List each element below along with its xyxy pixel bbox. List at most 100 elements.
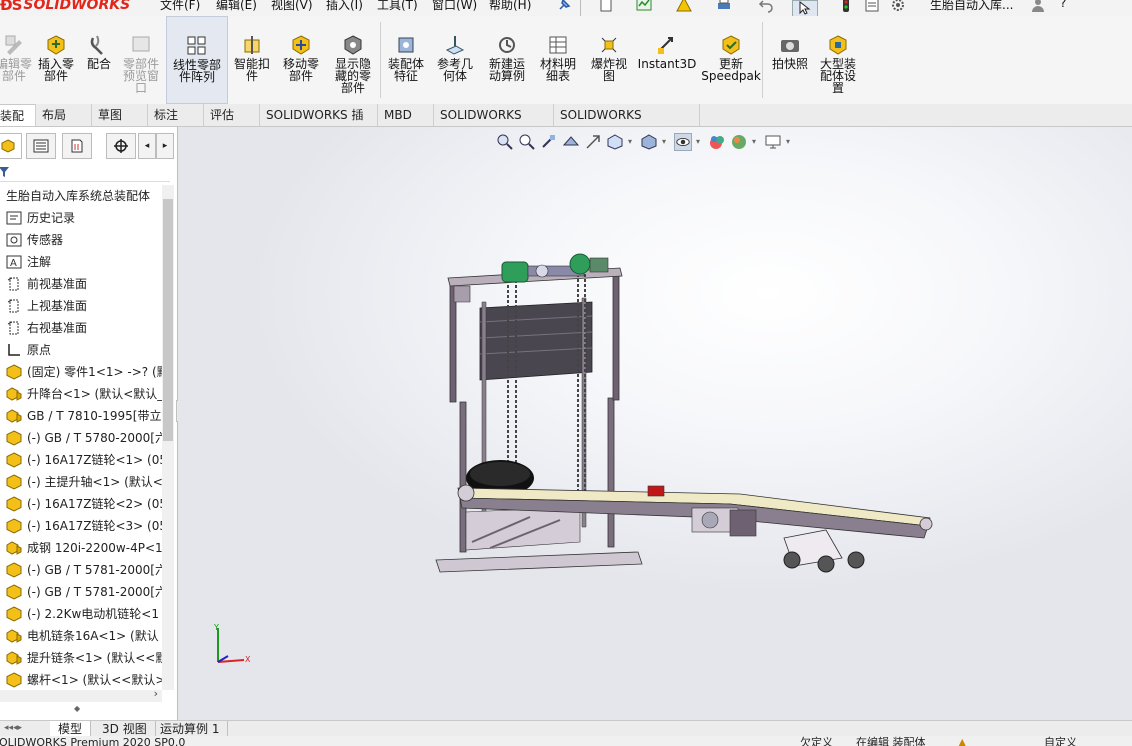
tree-item[interactable]: (-) 2.2Kw电动机链轮<1 — [6, 603, 159, 625]
tree-filter[interactable] — [0, 163, 170, 182]
display-style-icon[interactable] — [640, 133, 658, 151]
assembly-3d-model[interactable] — [430, 242, 942, 582]
tab-motion-study[interactable]: 运动算例 1 — [152, 721, 229, 737]
tab-inspection[interactable]: SOLIDWORKS Inspection — [554, 104, 700, 144]
mate-button[interactable]: 配合 — [82, 16, 116, 104]
tree-item[interactable]: (-) 主提升轴<1> (默认< — [6, 471, 163, 493]
tree-item[interactable]: 右视基准面 — [6, 317, 87, 339]
chevron-down-icon[interactable]: ▾ — [786, 138, 792, 146]
tree-item[interactable]: (-) 16A17Z链轮<2> (05 — [6, 493, 164, 515]
tree-item[interactable]: 前视基准面 — [6, 273, 87, 295]
user-icon[interactable] — [1030, 0, 1046, 13]
assembly-features-button[interactable]: 装配体 特征 — [382, 16, 430, 104]
large-assembly-settings-button[interactable]: 大型装 配体设 置 — [812, 16, 864, 104]
tree-item[interactable]: 原点 — [6, 339, 51, 361]
print-icon[interactable] — [716, 0, 732, 13]
traffic-light-icon[interactable] — [838, 0, 854, 13]
previous-view-icon[interactable] — [540, 133, 558, 151]
menu-tools[interactable]: 工具(T) — [377, 0, 418, 13]
chevron-down-icon[interactable]: ▾ — [752, 138, 758, 146]
tree-item[interactable]: (-) GB / T 5780-2000[六 — [6, 427, 164, 449]
tab-mbd[interactable]: MBD — [378, 104, 434, 126]
tree-item[interactable]: (-) GB / T 5781-2000[六 — [6, 581, 164, 603]
tree-horizontal-scrollbar[interactable]: › — [0, 687, 162, 702]
configuration-manager-tab[interactable] — [62, 133, 92, 159]
property-manager-tab[interactable] — [26, 133, 56, 159]
feature-manager-tab[interactable] — [0, 133, 22, 159]
chevron-right-icon[interactable]: › — [154, 687, 158, 700]
tab-layout[interactable]: 布局 — [36, 104, 92, 126]
tree-item[interactable]: 升降台<1> (默认<默认_ — [6, 383, 163, 405]
tree-item[interactable]: A 注解 — [6, 251, 51, 273]
show-hidden-components-button[interactable]: 显示隐 藏的零 部件 — [328, 16, 378, 104]
chevron-down-icon[interactable]: ▾ — [696, 138, 702, 146]
panel-splitter-icon[interactable]: ◆ — [74, 704, 80, 713]
update-speedpak-button[interactable]: 更新 Speedpak — [701, 16, 761, 104]
smart-fasteners-button[interactable]: 智能扣 件 — [230, 16, 274, 104]
solidworks-logo[interactable]: ƉS SOLIDWORKS — [0, 0, 130, 15]
tree-item[interactable]: GB / T 7810-1995[带立 — [6, 405, 161, 427]
help-question-icon[interactable]: ? — [1060, 0, 1066, 10]
insert-component-button[interactable]: 插入零 部件 — [34, 16, 78, 104]
tree-root[interactable]: 生胎自动入库系统总装配体 — [0, 185, 150, 207]
zoom-to-fit-icon[interactable] — [496, 133, 514, 151]
tree-item[interactable]: (-) 16A17Z链轮<1> (05 — [6, 449, 164, 471]
file-properties-icon[interactable] — [864, 0, 880, 13]
bom-button[interactable]: 材料明 细表 — [534, 16, 582, 104]
select-tool[interactable] — [792, 0, 818, 16]
tab-markup[interactable]: 标注 — [148, 104, 204, 126]
scrollbar-thumb[interactable] — [163, 199, 173, 441]
tree-item[interactable]: 传感器 — [6, 229, 63, 251]
tree-item[interactable]: 历史记录 — [6, 207, 75, 229]
units-status[interactable]: 自定义 — [1044, 737, 1077, 746]
warning-options-icon[interactable] — [676, 0, 692, 13]
zoom-area-icon[interactable] — [518, 133, 536, 151]
tree-item[interactable]: 提升链条<1> (默认<<默 — [6, 647, 164, 669]
tree-vertical-scrollbar[interactable] — [162, 185, 174, 690]
edit-component-button[interactable]: 编辑零 部件 — [0, 16, 36, 104]
snapshot-button[interactable]: 拍快照 — [764, 16, 816, 104]
undo-icon[interactable] — [758, 0, 774, 13]
tree-item[interactable]: (-) GB / T 5781-2000[六 — [6, 559, 164, 581]
panel-scroll-left[interactable]: ◂ — [138, 133, 156, 159]
move-component-button[interactable]: 移动零 部件 — [276, 16, 326, 104]
new-motion-study-button[interactable]: 新建运 动算例 — [482, 16, 532, 104]
tree-item[interactable]: (-) 16A17Z链轮<3> (05 — [6, 515, 164, 537]
tree-item[interactable]: 上视基准面 — [6, 295, 87, 317]
menu-file[interactable]: 文件(F) — [160, 0, 200, 13]
edit-appearance-icon[interactable] — [708, 133, 726, 151]
panel-scroll-right[interactable]: ▸ — [156, 133, 174, 159]
tab-3d-view[interactable]: 3D 视图 — [94, 721, 156, 737]
tree-item[interactable]: 螺杆<1> (默认<<默认> — [6, 669, 164, 690]
exploded-view-button[interactable]: 爆炸视 图 — [584, 16, 634, 104]
reference-geometry-button[interactable]: 参考几 何体 — [432, 16, 478, 104]
component-preview-button[interactable]: 零部件 预览窗 口 — [118, 16, 164, 104]
view-orientation-icon[interactable] — [606, 133, 624, 151]
tab-cam[interactable]: SOLIDWORKS CAM — [434, 104, 554, 144]
tab-addins[interactable]: SOLIDWORKS 插件 — [260, 104, 378, 144]
dimxpert-tab[interactable] — [106, 133, 136, 159]
tree-item[interactable]: (固定) 零件1<1> ->? (默 — [6, 361, 164, 383]
tab-nav-arrows[interactable]: ◂◂◂▸ — [4, 723, 22, 733]
menu-insert[interactable]: 插入(I) — [326, 0, 363, 13]
menu-view[interactable]: 视图(V) — [271, 0, 313, 13]
apply-scene-icon[interactable] — [730, 133, 748, 151]
tree-item[interactable]: 电机链条16A<1> (默认 — [6, 625, 159, 647]
menu-help[interactable]: 帮助(H) — [489, 0, 531, 13]
tree-item[interactable]: 成钢 120i-2200w-4P<1 — [6, 537, 163, 559]
options-gear-icon[interactable] — [890, 0, 906, 13]
menu-window[interactable]: 窗口(W) — [432, 0, 477, 13]
dynamic-annotation-icon[interactable] — [584, 133, 602, 151]
view-settings-icon[interactable] — [764, 133, 782, 151]
menu-edit[interactable]: 编辑(E) — [216, 0, 257, 13]
chevron-down-icon[interactable]: ▾ — [628, 138, 634, 146]
hide-show-items-icon[interactable] — [674, 133, 692, 151]
tab-model[interactable]: 模型 — [50, 721, 92, 737]
pin-icon[interactable] — [556, 0, 572, 13]
rebuild-warning-icon[interactable]: ▲ — [958, 737, 966, 746]
linear-pattern-button[interactable]: 线性零部 件阵列 — [166, 16, 228, 104]
instant3d-button[interactable]: Instant3D — [636, 16, 698, 104]
rebuild-icon[interactable] — [636, 0, 652, 13]
chevron-down-icon[interactable]: ▾ — [662, 138, 668, 146]
new-document-icon[interactable] — [598, 0, 614, 13]
